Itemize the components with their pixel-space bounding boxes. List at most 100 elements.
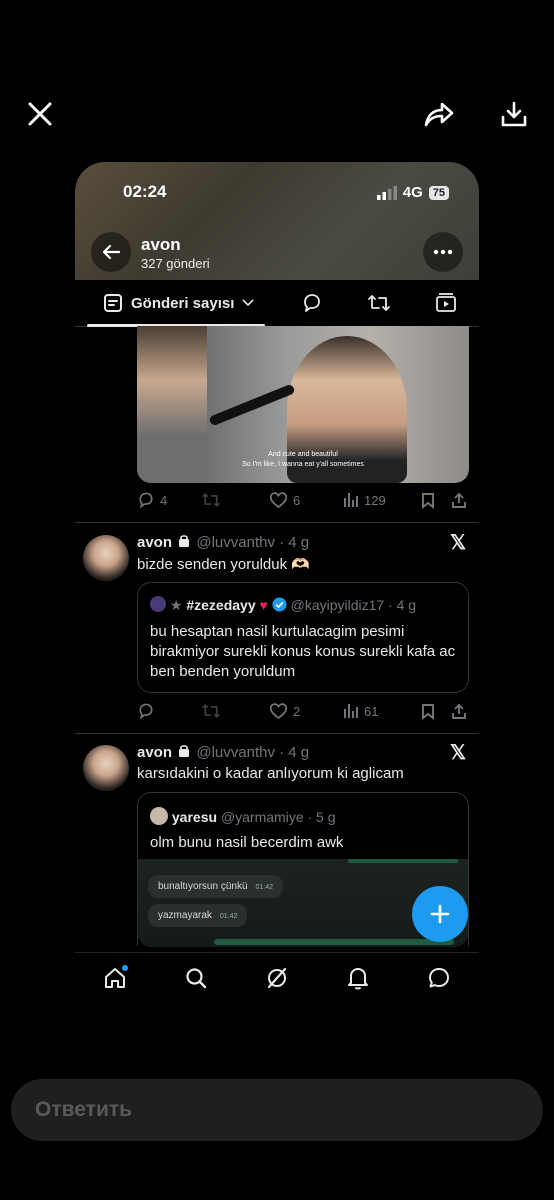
repost-action[interactable] — [201, 491, 269, 509]
microphone-shape — [208, 383, 296, 427]
chat-bubble-time: 01:42 — [219, 913, 238, 920]
post2-handle: @luvvanthv · 4 g — [196, 744, 310, 761]
bookmark-action[interactable] — [421, 703, 451, 720]
repost-action[interactable] — [201, 702, 269, 720]
views-action[interactable]: 129 — [343, 492, 421, 508]
repost-icon — [368, 295, 390, 311]
post1-author-name[interactable]: avon — [137, 534, 172, 551]
like-action[interactable]: 2 — [269, 702, 343, 720]
quote-header: yaresu @yarmamiye · 5 g — [150, 807, 336, 825]
quote-text: bu hesaptan nasil kurtulacagim pesimi bi… — [150, 623, 456, 680]
view-count: 61 — [364, 703, 379, 719]
quote-author-name: #zezedayy — [186, 597, 256, 613]
compose-button[interactable] — [412, 886, 468, 942]
chat-bubble-text: bunaltıyorsun çünkü — [158, 881, 248, 892]
post0-action-bar: 4 6 129 — [137, 488, 467, 512]
plus-icon — [430, 904, 450, 924]
photo-figure-left — [137, 326, 207, 483]
post-photo[interactable]: And cute and beautiful So I'm like, I wa… — [137, 326, 469, 483]
reply-count: 4 — [160, 492, 168, 508]
search-icon — [186, 968, 207, 989]
share-icon — [452, 703, 466, 719]
bookmark-action[interactable] — [421, 492, 451, 509]
bell-icon — [347, 968, 368, 990]
status-indicators: 4G 75 — [376, 184, 449, 201]
grok-icon — [267, 967, 287, 989]
quote-avatar — [150, 807, 168, 825]
like-action[interactable]: 6 — [269, 491, 343, 509]
chat-sent-bubble-top — [348, 859, 458, 863]
repost-icon — [202, 493, 220, 507]
video-subtitle-line1: And cute and beautiful — [268, 451, 338, 458]
reply-action[interactable]: 4 — [137, 491, 201, 509]
battery-badge: 75 — [428, 185, 449, 200]
profile-header: 02:24 4G 75 avon 327 gönderi — [75, 162, 479, 280]
notification-dot — [122, 965, 129, 971]
tab-bar: Gönderi sayısı — [75, 280, 479, 327]
close-icon[interactable] — [20, 94, 60, 134]
reply-placeholder: Ответить — [35, 1098, 133, 1121]
analytics-icon — [344, 493, 358, 507]
heart-icon — [269, 492, 288, 508]
heart-icon — [269, 703, 288, 719]
post2-author-name[interactable]: avon — [137, 744, 172, 761]
back-button[interactable] — [91, 232, 131, 272]
grok-tab[interactable] — [262, 963, 292, 993]
notifications-tab[interactable] — [343, 963, 373, 993]
bookmark-icon — [422, 703, 434, 720]
tab-media[interactable] — [432, 289, 460, 317]
tab-post-count[interactable]: Gönderi sayısı — [87, 280, 265, 326]
chat-bubble-text: yazmayarak — [158, 910, 212, 921]
views-action[interactable]: 61 — [343, 703, 421, 719]
analytics-icon — [344, 704, 358, 718]
messages-tab[interactable] — [424, 963, 454, 993]
post1-quote-card[interactable]: ★ #zezedayy ♥ @kayipyildiz17 · 4 g bu he… — [137, 582, 469, 693]
arrow-left-icon — [102, 244, 120, 260]
quote-header: ★ #zezedayy ♥ @kayipyildiz17 · 4 g — [150, 596, 416, 614]
bottom-nav — [75, 952, 479, 1003]
search-tab[interactable] — [181, 963, 211, 993]
screenshot-card: 02:24 4G 75 avon 327 gönderi Gönderi say… — [75, 162, 479, 952]
share-icon[interactable] — [418, 94, 458, 134]
share-action[interactable] — [451, 703, 467, 720]
quote-text: olm bunu nasil becerdim awk — [150, 834, 344, 851]
more-dots-icon — [433, 249, 453, 255]
reply-icon — [139, 492, 153, 509]
chat-bubble: yazmayarak 01:42 — [148, 904, 248, 927]
chat-sent-bubble — [214, 939, 454, 945]
home-tab[interactable] — [100, 963, 130, 993]
network-label: 4G — [402, 184, 423, 201]
download-icon[interactable] — [494, 94, 534, 134]
tab-replies[interactable] — [298, 289, 326, 317]
reply-action[interactable] — [137, 702, 201, 720]
signal-icon — [376, 185, 397, 200]
lock-icon — [179, 745, 190, 757]
tulip-icon: ♥ — [259, 597, 268, 613]
post-divider — [75, 733, 479, 734]
quote-author-name: yaresu — [171, 809, 218, 825]
tab-reposts[interactable] — [365, 289, 393, 317]
media-icon — [436, 293, 456, 312]
x-logo-icon: 𝕏 — [449, 742, 467, 764]
view-count: 129 — [364, 492, 386, 508]
reply-input[interactable]: Ответить — [11, 1079, 543, 1141]
post2-text: karsıdakini o kadar anlıyorum ki aglicam — [137, 765, 404, 782]
post1-header: avon @luvvanthv · 4 g — [137, 534, 309, 551]
chevron-down-icon — [242, 299, 254, 307]
quote-handle: @yarmamiye · 5 g — [220, 809, 336, 825]
quote-avatar-emoji — [150, 596, 166, 612]
post1-text: bizde senden yorulduk 🫶🏻 — [137, 556, 310, 573]
avatar[interactable] — [83, 535, 129, 581]
share-action[interactable] — [451, 492, 467, 509]
status-time: 02:24 — [123, 182, 167, 201]
x-logo-icon: 𝕏 — [449, 532, 467, 554]
chat-bubble: bunaltıyorsun çünkü 01:42 — [148, 875, 284, 898]
profile-name: avon — [141, 235, 181, 254]
reply-icon — [304, 294, 320, 312]
document-icon — [104, 294, 122, 312]
quote-handle: @kayipyildiz17 · 4 g — [290, 597, 417, 613]
more-button[interactable] — [423, 232, 463, 272]
avatar[interactable] — [83, 745, 129, 791]
chat-bubble-time: 01:42 — [255, 884, 274, 891]
star-icon: ★ — [169, 597, 183, 613]
